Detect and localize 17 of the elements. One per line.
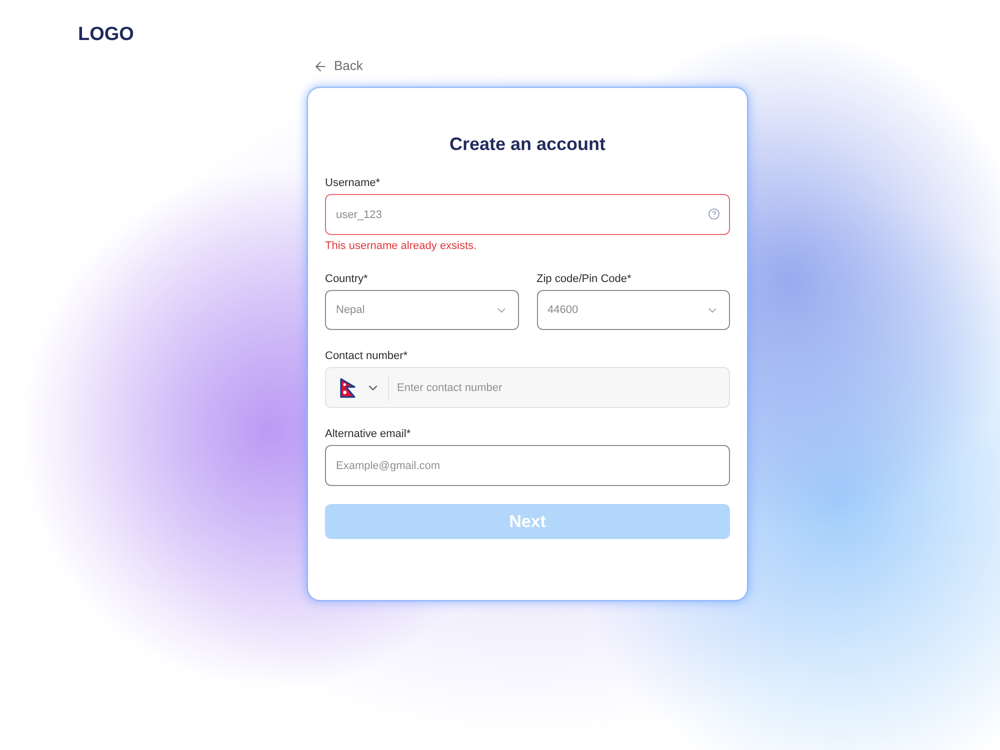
field-label: Zip code/Pin Code* xyxy=(536,272,632,286)
logo: LOGO xyxy=(78,24,134,46)
text-input[interactable]: Example@gmail.com xyxy=(325,445,730,486)
back-link[interactable]: Back xyxy=(313,58,363,74)
error-message: This username already exsists. xyxy=(325,240,478,253)
phone-field[interactable]: Enter contact number xyxy=(325,367,730,408)
flag-icon xyxy=(340,378,356,398)
dropdown-field[interactable]: 44600 xyxy=(536,290,730,330)
help-icon[interactable] xyxy=(708,208,720,220)
dropdown-field[interactable]: Nepal xyxy=(325,290,518,330)
form-title: Create an account xyxy=(448,133,607,155)
field-label: Contact number* xyxy=(325,349,409,363)
field-label: Username* xyxy=(325,176,382,190)
text-input[interactable]: user_123 xyxy=(325,194,730,235)
field-label: Alternative email* xyxy=(325,427,412,441)
field-label: Country* xyxy=(325,272,369,286)
phone-number-input[interactable]: Enter contact number xyxy=(397,368,729,407)
